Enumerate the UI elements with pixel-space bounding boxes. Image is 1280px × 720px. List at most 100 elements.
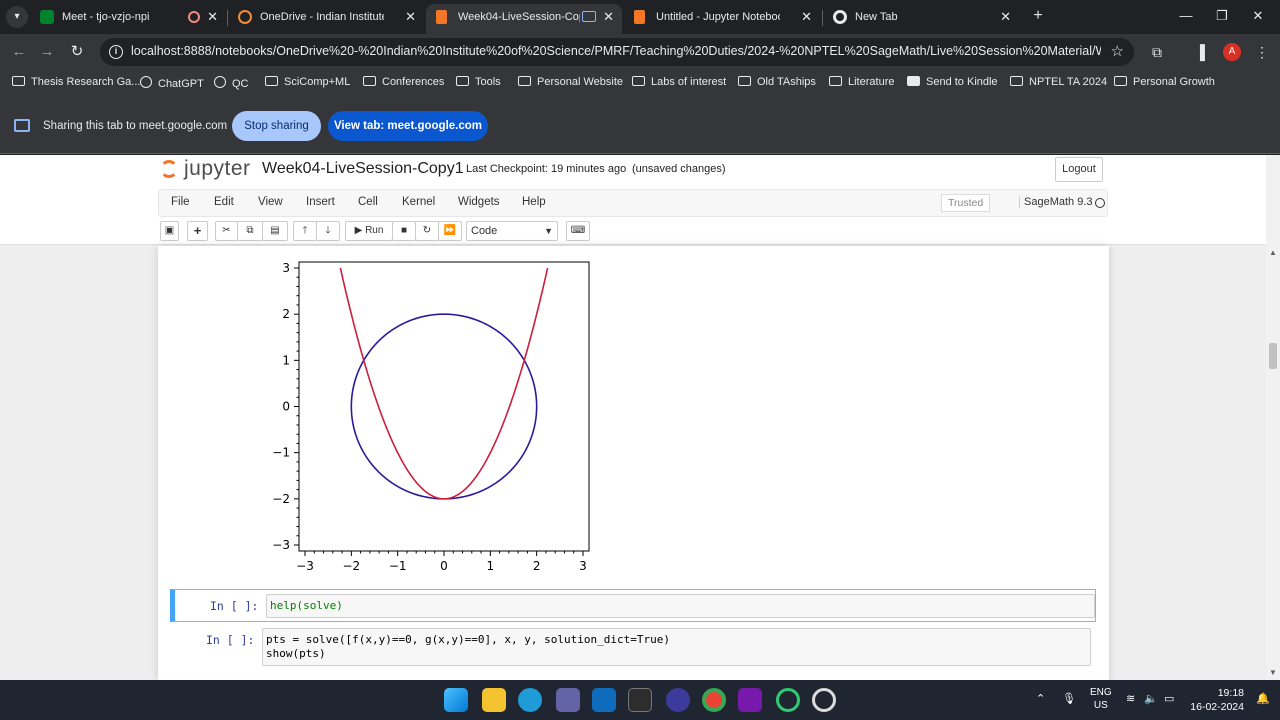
cell-type-select[interactable]: Code ▼ bbox=[466, 221, 558, 241]
menu-widgets[interactable]: Widgets bbox=[458, 196, 500, 208]
bookmark-item[interactable]: Personal Website bbox=[518, 76, 623, 88]
folder-icon bbox=[1010, 76, 1023, 86]
restart-button[interactable]: ↻ bbox=[415, 221, 439, 241]
view-tab-button[interactable]: View tab: meet.google.com bbox=[328, 111, 488, 141]
visual-studio-icon[interactable] bbox=[556, 688, 580, 712]
menu-edit[interactable]: Edit bbox=[214, 196, 234, 208]
site-info-icon[interactable]: i bbox=[109, 45, 123, 59]
bookmark-item[interactable]: Old TAships bbox=[738, 76, 816, 88]
menu-insert[interactable]: Insert bbox=[306, 196, 335, 208]
logout-button[interactable]: Logout bbox=[1055, 157, 1103, 182]
side-panel-icon[interactable]: ▐ bbox=[1190, 42, 1210, 62]
reload-button[interactable]: ↻ bbox=[66, 41, 88, 63]
menu-help[interactable]: Help bbox=[522, 196, 546, 208]
code-editor[interactable]: pts = solve([f(x,y)==0, g(x,y)==0], x, y… bbox=[262, 628, 1091, 666]
bookmark-item[interactable]: Conferences bbox=[363, 76, 444, 88]
menu-cell[interactable]: Cell bbox=[358, 196, 378, 208]
menu-view[interactable]: View bbox=[258, 196, 283, 208]
code-cell[interactable]: In [ ]: pts = solve([f(x,y)==0, g(x,y)==… bbox=[170, 623, 1096, 667]
bookmark-item[interactable]: Tools bbox=[456, 76, 501, 88]
code-text: help(solve) bbox=[270, 599, 343, 612]
bookmark-item[interactable]: Thesis Research Ga... bbox=[12, 76, 140, 88]
chrome-icon[interactable] bbox=[702, 688, 726, 712]
scroll-down-icon[interactable]: ▼ bbox=[1269, 668, 1277, 677]
move-down-button[interactable]: 🡓 bbox=[316, 221, 340, 241]
start-menu-icon[interactable] bbox=[444, 688, 468, 712]
profile-avatar[interactable]: A bbox=[1223, 43, 1241, 61]
url-text[interactable]: localhost:8888/notebooks/OneDrive%20-%20… bbox=[131, 44, 1101, 58]
tab-untitled-notebook[interactable]: Untitled - Jupyter Notebook ✕ bbox=[624, 4, 820, 34]
save-button[interactable]: ▣ bbox=[160, 221, 179, 241]
tab-onedrive[interactable]: OneDrive - Indian Institute of Sc ✕ bbox=[228, 4, 424, 34]
x-tick-label: 2 bbox=[533, 559, 541, 573]
scroll-up-icon[interactable]: ▲ bbox=[1269, 248, 1277, 257]
minimize-button[interactable]: — bbox=[1166, 4, 1206, 28]
restart-run-all-button[interactable]: ⏩ bbox=[438, 221, 462, 241]
system-clock[interactable]: 19:18 16-02-2024 bbox=[1188, 686, 1244, 714]
paste-button[interactable]: ▤ bbox=[262, 221, 288, 241]
bookmark-item[interactable]: QC bbox=[214, 76, 249, 90]
menu-file[interactable]: File bbox=[171, 196, 190, 208]
tab-search-button[interactable]: ▾ bbox=[6, 6, 28, 28]
tab-new-tab[interactable]: New Tab ✕ bbox=[823, 4, 1019, 34]
close-icon[interactable]: ✕ bbox=[603, 4, 614, 30]
back-button[interactable]: ← bbox=[8, 41, 30, 63]
copy-button[interactable]: ⧉ bbox=[237, 221, 263, 241]
y-tick-label: 3 bbox=[282, 261, 290, 275]
close-icon[interactable]: ✕ bbox=[207, 4, 218, 30]
bookmark-item[interactable]: Literature bbox=[829, 76, 894, 88]
close-icon[interactable]: ✕ bbox=[1000, 4, 1011, 30]
battery-icon[interactable]: ▭ bbox=[1164, 692, 1174, 705]
page-scrollbar[interactable]: ▲ ▼ bbox=[1266, 155, 1280, 680]
close-window-button[interactable]: ✕ bbox=[1238, 4, 1278, 28]
language-indicator[interactable]: ENG US bbox=[1090, 686, 1112, 712]
sync-app-icon[interactable] bbox=[776, 688, 800, 712]
notifications-icon[interactable]: 🔔 bbox=[1256, 692, 1270, 705]
new-tab-button[interactable]: + bbox=[1028, 6, 1048, 26]
trusted-indicator[interactable]: Trusted bbox=[941, 194, 991, 212]
forward-button[interactable]: → bbox=[36, 41, 58, 63]
file-explorer-icon[interactable] bbox=[482, 688, 506, 712]
insert-cell-button[interactable]: + bbox=[187, 221, 208, 241]
jupyter-logo[interactable]: jupyter bbox=[160, 157, 251, 183]
extensions-icon[interactable]: ⧉ bbox=[1147, 42, 1167, 62]
address-bar[interactable]: i localhost:8888/notebooks/OneDrive%20-%… bbox=[100, 38, 1134, 66]
run-button[interactable]: ▶ Run bbox=[345, 221, 393, 241]
notebook-name[interactable]: Week04-LiveSession-Copy1 bbox=[262, 160, 464, 178]
onenote-icon[interactable] bbox=[738, 688, 762, 712]
close-icon[interactable]: ✕ bbox=[801, 4, 812, 30]
edge-icon[interactable] bbox=[518, 688, 542, 712]
cut-button[interactable]: ✂ bbox=[215, 221, 238, 241]
wifi-icon[interactable]: ≋ bbox=[1126, 692, 1135, 705]
volume-icon[interactable]: 🔈 bbox=[1144, 692, 1158, 705]
code-cell[interactable]: In [ ]: help(solve) bbox=[170, 589, 1096, 622]
move-up-button[interactable]: 🡑 bbox=[293, 221, 317, 241]
bookmark-item[interactable]: ChatGPT bbox=[140, 76, 204, 90]
close-icon[interactable]: ✕ bbox=[405, 4, 416, 30]
tab-meet[interactable]: Meet - tjo-vzjo-npi ✕ bbox=[30, 4, 226, 34]
bookmark-item[interactable]: Labs of interest bbox=[632, 76, 726, 88]
more-menu-icon[interactable]: ⋮ bbox=[1252, 42, 1272, 62]
terminal-icon[interactable] bbox=[628, 688, 652, 712]
app-icon[interactable] bbox=[666, 688, 690, 712]
code-line: pts = solve([f(x,y)==0, g(x,y)==0], x, y… bbox=[266, 633, 670, 646]
bookmark-item[interactable]: Personal Growth bbox=[1114, 76, 1215, 88]
bookmark-item[interactable]: Send to Kindle bbox=[907, 76, 998, 88]
command-palette-button[interactable]: ⌨ bbox=[566, 221, 590, 241]
bookmark-item[interactable]: NPTEL TA 2024 bbox=[1010, 76, 1107, 88]
bookmark-item[interactable]: SciComp+ML bbox=[265, 76, 350, 88]
restore-button[interactable]: ❐ bbox=[1202, 4, 1242, 28]
screen-sharing-bar: Sharing this tab to meet.google.com Stop… bbox=[0, 98, 1280, 154]
outlook-icon[interactable] bbox=[592, 688, 616, 712]
microphone-icon[interactable]: 🎙 bbox=[1062, 692, 1076, 705]
bookmark-star-icon[interactable]: ☆ bbox=[1111, 42, 1124, 60]
bookmarks-bar: Thesis Research Ga... ChatGPT QC SciComp… bbox=[0, 70, 1280, 98]
chevron-up-icon[interactable]: ⌃ bbox=[1036, 692, 1045, 705]
interrupt-button[interactable]: ■ bbox=[392, 221, 416, 241]
tab-week04-notebook[interactable]: Week04-LiveSession-Copy1 ✕ bbox=[426, 4, 622, 34]
scroll-thumb[interactable] bbox=[1269, 343, 1277, 369]
code-editor[interactable]: help(solve) bbox=[266, 594, 1095, 618]
stop-sharing-button[interactable]: Stop sharing bbox=[232, 111, 321, 141]
menu-kernel[interactable]: Kernel bbox=[402, 196, 435, 208]
app-icon[interactable] bbox=[812, 688, 836, 712]
